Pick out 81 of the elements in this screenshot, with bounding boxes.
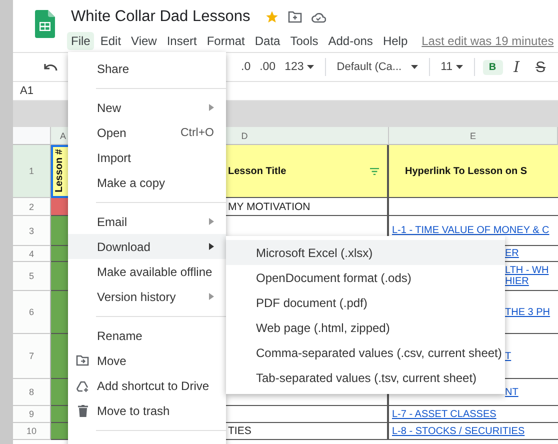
menu-item[interactable]: Email (68, 209, 226, 234)
row-header[interactable]: 6 (13, 291, 51, 334)
caret-icon (306, 65, 314, 69)
trash-icon (78, 404, 88, 416)
undo-icon[interactable] (44, 62, 58, 72)
filter-icon[interactable] (370, 168, 379, 174)
menu-item[interactable]: Move to trash (68, 398, 226, 423)
row-header[interactable]: 8 (13, 379, 51, 406)
menu-item[interactable]: New (68, 95, 226, 120)
menu-item[interactable]: Import (68, 145, 226, 170)
format-button[interactable]: B (482, 60, 503, 74)
row-header[interactable]: 2 (13, 198, 51, 216)
lesson-link[interactable]: L-1 - TIME VALUE OF MONEY & C (392, 225, 550, 236)
lesson-title: MY MOTIVATION (228, 200, 310, 212)
submenu-caret-icon (209, 243, 214, 250)
column-title: Lesson # (54, 149, 65, 193)
row-header[interactable]: 9 (13, 406, 51, 423)
sheets-logo-icon (35, 10, 55, 38)
menu-item[interactable]: Version history (68, 284, 226, 309)
menu-item[interactable]: Insert (162, 32, 201, 50)
row-header[interactable]: 1 (13, 145, 51, 198)
folder-icon (76, 355, 89, 366)
menu-item[interactable]: Microsoft Excel (.xlsx) (226, 240, 505, 265)
row-header[interactable]: 3 (13, 216, 51, 246)
toolbar-dropdown[interactable]: 123 (282, 59, 317, 75)
decimal-button[interactable]: .0 (238, 59, 254, 75)
submenu-caret-icon (209, 293, 214, 300)
menu-item[interactable]: Help (378, 32, 412, 50)
last-edit-link[interactable]: Last edit was 19 minutes (422, 34, 554, 48)
row-header[interactable]: 10 (13, 423, 51, 440)
menu-item[interactable]: PDF document (.pdf) (226, 290, 505, 315)
row-header[interactable]: 7 (13, 334, 51, 379)
corner-cell[interactable] (13, 127, 51, 145)
menu-item[interactable]: Rename (68, 323, 226, 348)
lesson-link[interactable]: LTH - WH (505, 265, 549, 276)
lesson-link[interactable]: NT (505, 386, 518, 398)
menu-item[interactable]: Add-ons (324, 32, 377, 50)
document-title[interactable]: White Collar Dad Lessons (71, 8, 250, 26)
lesson-link[interactable]: THE 3 PH (505, 306, 550, 318)
menu-item[interactable]: View (127, 32, 161, 50)
menu-item[interactable]: Move (68, 348, 226, 373)
toolbar-dropdown[interactable]: 11 (438, 59, 466, 75)
menu-item[interactable]: Tab-separated values (.tsv, current sheet) (226, 365, 505, 390)
column-title: Lesson Title (228, 166, 286, 176)
lesson-link[interactable]: HIER (505, 276, 529, 287)
cloud-icon[interactable] (311, 12, 326, 22)
drive-shortcut-icon (76, 380, 89, 392)
submenu-caret-icon (209, 104, 214, 111)
lesson-link[interactable]: L-7 - ASSET CLASSES (392, 408, 496, 420)
menu-item[interactable]: OpenDocument format (.ods) (226, 265, 505, 290)
lesson-link[interactable]: ER (505, 248, 519, 259)
lesson-link[interactable]: T (505, 350, 512, 362)
submenu-caret-icon (209, 218, 214, 225)
menu-item[interactable]: Make available offline (68, 259, 226, 284)
name-box[interactable]: A1 (20, 85, 34, 97)
menu-item[interactable]: Data (250, 32, 284, 50)
column-title: Hyperlink To Lesson on S (405, 166, 528, 176)
menu-item[interactable]: Make a copy (68, 170, 226, 195)
menu-item[interactable]: Download (68, 234, 226, 259)
menu-item[interactable]: Share (68, 56, 226, 81)
column-header[interactable]: E (389, 127, 558, 145)
menu-item[interactable]: Comma-separated values (.csv, current sheet) (226, 340, 505, 365)
caret-icon (410, 65, 418, 69)
lesson-title: TIES (228, 425, 252, 437)
folder-icon[interactable] (288, 11, 302, 23)
menu-item[interactable]: Tools (286, 32, 322, 50)
format-button[interactable]: S (530, 56, 551, 78)
caret-icon (456, 65, 463, 69)
row-header[interactable]: 5 (13, 262, 51, 291)
menu-item[interactable]: Web page (.html, zipped) (226, 315, 505, 340)
menu-item[interactable]: Format (202, 32, 249, 50)
toolbar-dropdown[interactable]: Default (Ca... (334, 59, 421, 75)
star-icon[interactable] (265, 10, 280, 24)
menu-item[interactable]: Edit (96, 32, 126, 50)
decimal-button[interactable]: .00 (256, 59, 279, 75)
menu-item[interactable]: File (67, 32, 94, 50)
shortcut-label: Ctrl+O (180, 126, 214, 138)
lesson-link[interactable]: L-8 - STOCKS / SECURITIES (392, 426, 525, 436)
row-header[interactable]: 4 (13, 246, 51, 262)
format-button[interactable]: I (506, 56, 527, 78)
menu-item[interactable]: Add shortcut to Drive (68, 373, 226, 398)
